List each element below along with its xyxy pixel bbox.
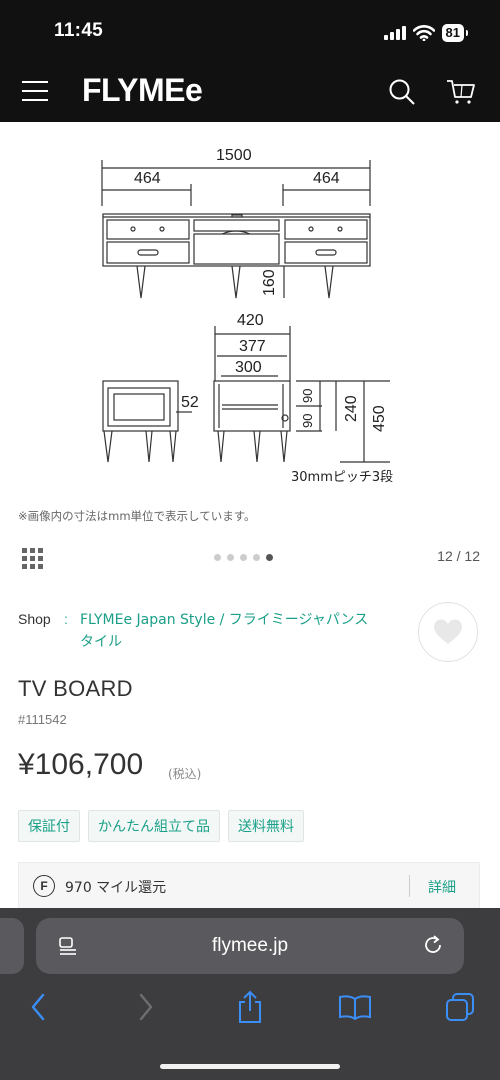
product-price: ¥106,700 [18,748,144,781]
dimension-note: ※画像内の寸法はmm単位で表示しています。 [18,509,256,523]
dim-label-90-b: 90 [300,414,315,428]
grid-view-icon[interactable] [22,548,44,570]
tag-warranty: 保証付 [18,810,80,842]
wifi-icon [412,25,435,41]
dim-label-420: 420 [237,312,264,329]
miles-divider [409,875,410,897]
tag-easy-assembly: かんたん組立て品 [88,810,220,842]
dim-label-160: 160 [261,269,278,296]
miles-detail-link[interactable]: 詳細 [428,877,456,897]
cellular-signal-icon [383,26,406,40]
gallery-dot[interactable] [253,554,260,561]
product-tags: 保証付 かんたん組立て品 送料無料 [18,810,304,842]
back-icon[interactable] [28,992,50,1022]
product-dimension-drawing[interactable]: 1500 464 464 160 420 377 300 52 90 90 24… [0,122,500,492]
heart-icon [434,619,462,644]
forward-icon [139,993,153,1021]
home-indicator [160,1064,340,1069]
pitch-note: 30mmピッチ3段 [291,470,393,485]
flymee-mile-icon: F [33,875,55,897]
favorite-button[interactable] [418,602,478,662]
search-icon[interactable] [388,78,416,106]
gallery-pagination-dots[interactable] [214,554,273,561]
status-time: 11:45 [54,20,104,41]
dim-label-52: 52 [181,394,199,411]
bookmarks-icon[interactable] [338,994,372,1020]
gallery-dot[interactable] [214,554,221,561]
dim-label-377: 377 [239,338,266,355]
dim-label-450: 450 [371,405,388,432]
gallery-dot-active[interactable] [266,554,273,561]
previous-tab-preview[interactable] [0,918,24,974]
dim-label-90-a: 90 [300,389,315,403]
reload-icon[interactable] [422,934,444,956]
tax-note: (税込) [168,767,202,781]
share-icon[interactable] [236,990,264,1024]
shop-label: Shop [18,611,51,627]
url-text[interactable]: flymee.jp [36,935,464,957]
shop-name-link[interactable]: FLYMEe Japan Style / フライミージャパンスタイル [80,609,370,653]
gallery-dot[interactable] [227,554,234,561]
tabs-icon[interactable] [444,992,476,1022]
gallery-dot[interactable] [240,554,247,561]
dim-label-left-464: 464 [134,170,161,187]
brand-logo[interactable]: FLYMEe [82,72,203,109]
product-title: TV BOARD [18,676,133,701]
dim-label-right-464: 464 [313,170,340,187]
dim-label-1500: 1500 [216,147,252,164]
status-icons: 81 [383,22,469,44]
gallery-page-counter: 12 / 12 [437,548,480,564]
browser-bottom-bar: flymee.jp [0,908,500,1080]
miles-text: 970 マイル還元 [65,880,167,896]
cart-icon[interactable] [446,78,476,106]
shop-separator: : [64,611,68,627]
tag-free-shipping: 送料無料 [228,810,304,842]
address-bar[interactable]: flymee.jp [36,918,464,974]
battery-indicator: 81 [441,24,469,42]
dim-label-300: 300 [235,359,262,376]
hamburger-menu-icon[interactable] [22,80,48,102]
dim-label-240: 240 [343,395,360,422]
top-bar: 11:45 81 FLYMEe [0,0,500,122]
product-id: #111542 [18,712,67,727]
